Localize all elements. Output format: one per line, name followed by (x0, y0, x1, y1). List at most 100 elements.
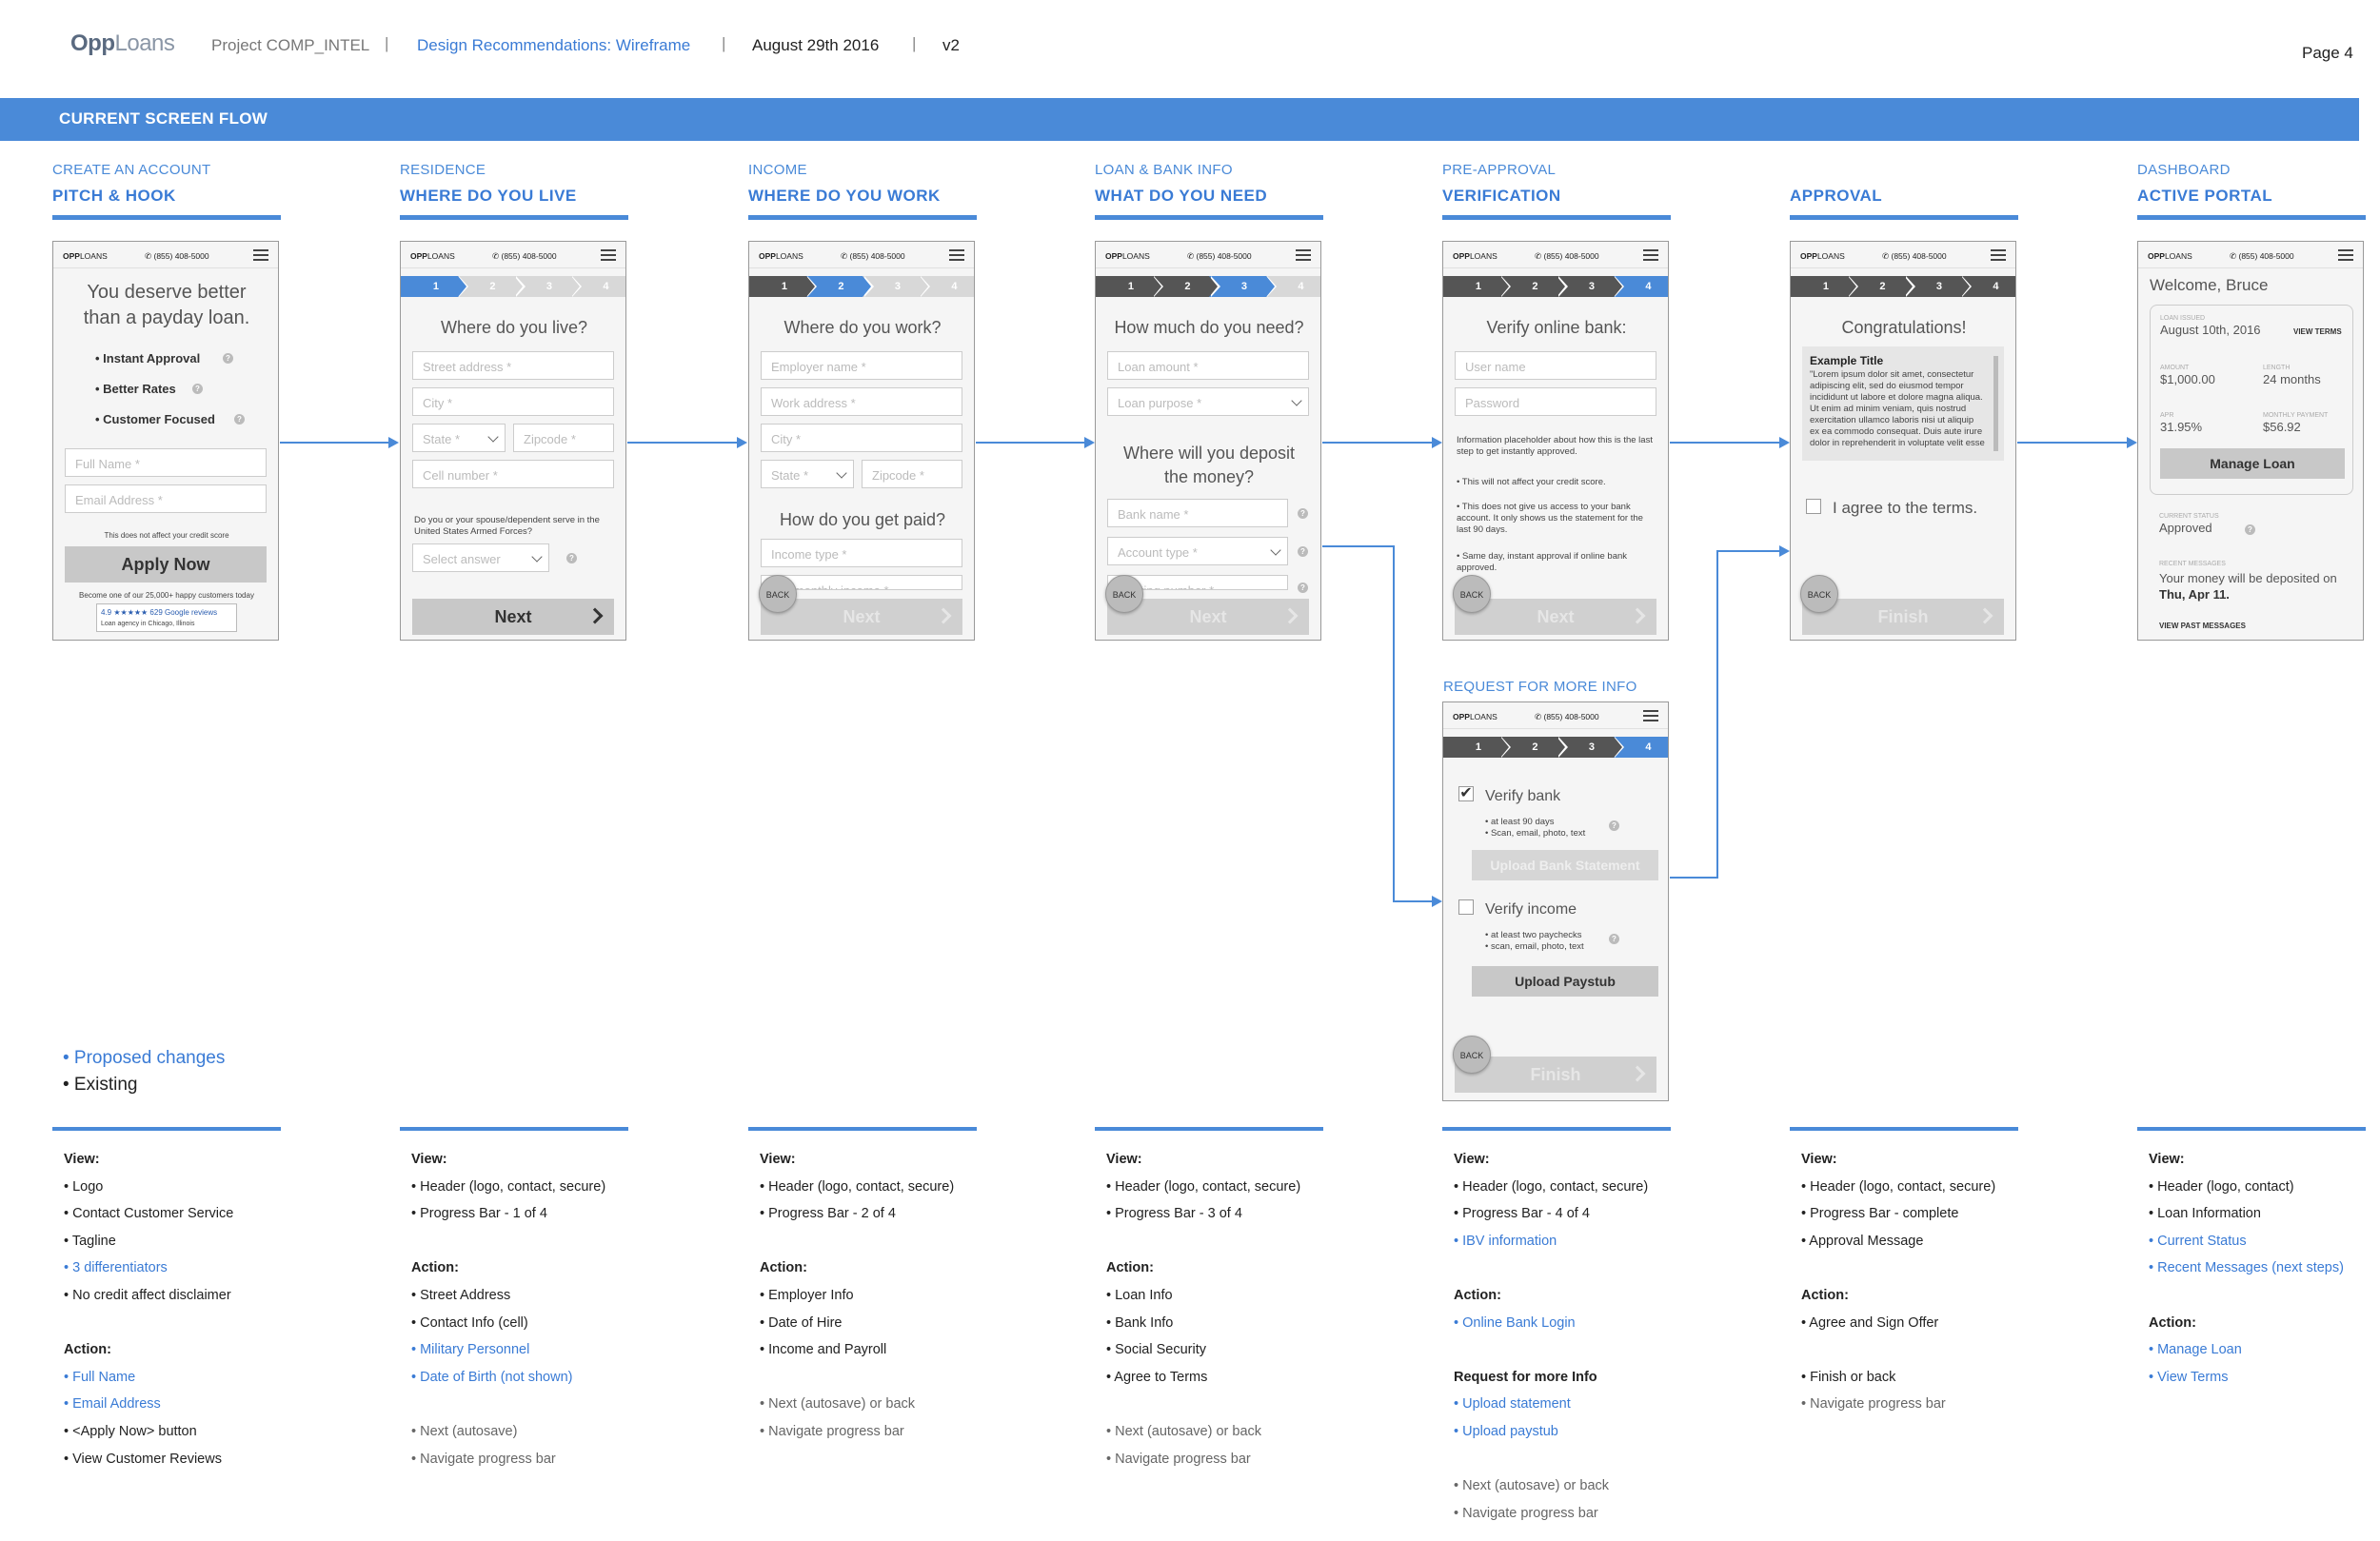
bank-name-input[interactable]: Bank name * (1107, 499, 1288, 527)
back-button[interactable]: BACK (759, 575, 797, 613)
back-button[interactable]: BACK (1800, 575, 1838, 613)
phone-contact[interactable]: ✆ (855) 408-5000 (145, 251, 209, 262)
chevron-right-icon (1976, 607, 1993, 624)
help-icon[interactable]: ? (1298, 583, 1308, 593)
email-input[interactable]: Email Address * (65, 484, 267, 513)
phone-contact[interactable]: ✆ (855) 408-5000 (1535, 712, 1599, 722)
note-item: Action: (1454, 1287, 1501, 1303)
hamburger-menu-icon[interactable] (949, 249, 964, 261)
upload-paystub-button[interactable]: Upload Paystub (1472, 966, 1658, 997)
scrollbar[interactable] (1993, 356, 1998, 451)
note-item: • Email Address (64, 1396, 161, 1413)
hamburger-menu-icon[interactable] (1991, 249, 2006, 261)
hamburger-menu-icon[interactable] (601, 249, 616, 261)
back-button[interactable]: BACK (1453, 1036, 1491, 1074)
help-icon[interactable]: ? (1298, 546, 1308, 557)
checkmark-icon[interactable]: ✔ (1458, 786, 1474, 801)
column-rule (1095, 215, 1323, 220)
help-icon[interactable]: ? (2245, 524, 2255, 535)
screen-question: How much do you need? (1114, 318, 1304, 337)
note-item: • No credit affect disclaimer (64, 1287, 231, 1303)
help-icon[interactable]: ? (234, 414, 245, 425)
google-reviews-badge[interactable]: 4.9 ★★★★★ 629 Google reviews Loan agency… (96, 603, 237, 632)
approval-title: Congratulations! (1841, 318, 1967, 337)
phone-contact[interactable]: ✆ (855) 408-5000 (2230, 251, 2294, 262)
agree-checkbox[interactable] (1806, 499, 1821, 514)
city-input[interactable]: City * (761, 424, 962, 452)
loan-amount-input[interactable]: Loan amount * (1107, 351, 1309, 380)
finish-label: Finish (1877, 607, 1929, 626)
zipcode-input[interactable]: Zipcode * (513, 424, 614, 452)
verify-income-checkbox[interactable] (1458, 899, 1474, 915)
state-select[interactable]: State * (412, 424, 506, 452)
chevron-right-icon (1281, 607, 1299, 624)
note-item: View: (1801, 1152, 1837, 1167)
note-item (2149, 1282, 2366, 1310)
hamburger-menu-icon[interactable] (2338, 249, 2353, 261)
next-button[interactable]: Next (412, 599, 614, 635)
progress-step[interactable]: 1 (1443, 276, 1500, 297)
help-icon[interactable]: ? (1298, 508, 1308, 519)
zipcode-input[interactable]: Zipcode * (862, 460, 962, 488)
progress-bar[interactable]: 1234 (749, 276, 974, 297)
apply-now-button[interactable]: Apply Now (65, 546, 267, 583)
employer-input[interactable]: Employer name * (761, 351, 962, 380)
recent-message: Your money will be deposited on Thu, Apr… (2159, 570, 2350, 603)
column-category: DASHBOARD (2137, 162, 2231, 178)
back-button[interactable]: BACK (1453, 575, 1491, 613)
progress-bar[interactable]: 1234 (1443, 737, 1668, 758)
loan-purpose-select[interactable]: Loan purpose * (1107, 387, 1309, 416)
full-name-input[interactable]: Full Name * (65, 448, 267, 477)
column-rule (2137, 215, 2366, 220)
phone-header: OPPLOANS ✆ (855) 408-5000 (1443, 702, 1668, 729)
ibv-info: Information placeholder about how this i… (1457, 435, 1653, 457)
progress-bar[interactable]: 1234 (401, 276, 625, 297)
chevron-right-icon (935, 607, 952, 624)
help-icon[interactable]: ? (566, 553, 577, 563)
work-address-input[interactable]: Work address * (761, 387, 962, 416)
flow-connector (2017, 442, 2127, 444)
progress-step[interactable]: 1 (1096, 276, 1153, 297)
military-select[interactable]: Select answer (412, 543, 549, 572)
phone-contact[interactable]: ✆ (855) 408-5000 (1187, 251, 1252, 262)
chevron-right-icon (1629, 607, 1646, 624)
notes-list: View: • Header (logo, contact, secure) • P… (1442, 1146, 1671, 1527)
help-icon[interactable]: ? (1609, 820, 1619, 831)
phone-contact[interactable]: ✆ (855) 408-5000 (1535, 251, 1599, 262)
notes-column: View: • Logo • Contact Customer Service • T… (52, 1127, 281, 1472)
screen-residence: OPPLOANS ✆ (855) 408-5000 1234 Where do y… (400, 241, 626, 641)
view-terms-link[interactable]: VIEW TERMS (2293, 326, 2342, 338)
manage-loan-button[interactable]: Manage Loan (2160, 448, 2345, 479)
view-past-messages-link[interactable]: VIEW PAST MESSAGES (2159, 621, 2246, 632)
street-address-input[interactable]: Street address * (412, 351, 614, 380)
phone-contact[interactable]: ✆ (855) 408-5000 (1882, 251, 1947, 262)
cell-number-input[interactable]: Cell number * (412, 460, 614, 488)
progress-step[interactable]: 1 (1443, 737, 1500, 758)
progress-bar[interactable]: 1234 (1791, 276, 2015, 297)
phone-contact[interactable]: ✆ (855) 408-5000 (841, 251, 905, 262)
phone-contact[interactable]: ✆ (855) 408-5000 (492, 251, 557, 262)
phone-logo: OPPLOANS (1453, 251, 1497, 261)
account-type-select[interactable]: Account type * (1107, 537, 1288, 565)
help-icon[interactable]: ? (1609, 934, 1619, 944)
offer-terms-box[interactable]: Example Title "Lorem ipsum dolor sit ame… (1802, 346, 2004, 461)
upload-bank-statement-button[interactable]: Upload Bank Statement (1472, 850, 1658, 880)
hamburger-menu-icon[interactable] (1296, 249, 1311, 261)
progress-step[interactable]: 1 (1791, 276, 1848, 297)
note-item: • Header (logo, contact) (2149, 1178, 2294, 1195)
hamburger-menu-icon[interactable] (253, 249, 268, 261)
hamburger-menu-icon[interactable] (1643, 710, 1658, 721)
username-input[interactable]: User name (1455, 351, 1656, 380)
progress-step[interactable]: 1 (749, 276, 806, 297)
progress-bar[interactable]: 1234 (1443, 276, 1668, 297)
password-input[interactable]: Password (1455, 387, 1656, 416)
progress-bar[interactable]: 1234 (1096, 276, 1320, 297)
state-select[interactable]: State * (761, 460, 854, 488)
back-button[interactable]: BACK (1105, 575, 1143, 613)
help-icon[interactable]: ? (192, 384, 203, 394)
help-icon[interactable]: ? (223, 353, 233, 364)
progress-step[interactable]: 1 (401, 276, 458, 297)
hamburger-menu-icon[interactable] (1643, 249, 1658, 261)
city-input[interactable]: City * (412, 387, 614, 416)
income-type-input[interactable]: Income type * (761, 539, 962, 567)
